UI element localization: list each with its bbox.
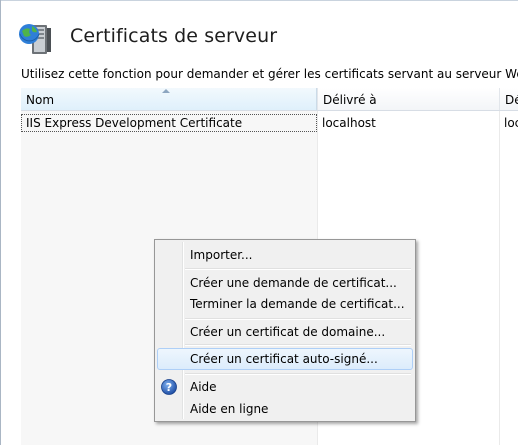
help-icon: ?: [161, 379, 177, 395]
menu-item-create-certificate-request[interactable]: Créer une demande de certificat...: [157, 272, 413, 294]
cell-name: IIS Express Development Certificate: [21, 114, 317, 132]
cell-issued-to: localhost: [322, 116, 376, 130]
menu-separator: [185, 318, 411, 320]
column-header-issued-by-label: Dé: [505, 93, 518, 107]
menu-item-label: Créer une demande de certificat...: [190, 276, 397, 290]
page-title: Certificats de serveur: [70, 25, 278, 47]
window-top-border: [0, 0, 518, 1]
table-row[interactable]: IIS Express Development Certificate loca…: [21, 114, 518, 132]
menu-item-label: Créer un certificat auto-signé...: [190, 352, 378, 366]
menu-item-import[interactable]: Importer...: [157, 244, 413, 266]
server-certificates-icon: [19, 24, 51, 54]
column-header-issued-by[interactable]: Dé: [499, 88, 518, 110]
menu-item-create-domain-certificate[interactable]: Créer un certificat de domaine...: [157, 321, 413, 343]
menu-item-complete-certificate-request[interactable]: Terminer la demande de certificat...: [157, 293, 413, 315]
menu-item-label: Aide en ligne: [190, 402, 269, 416]
column-divider: [499, 111, 500, 445]
column-header-issued-to-label: Délivré à: [323, 93, 377, 107]
svg-text:?: ?: [166, 381, 172, 394]
menu-item-label: Créer un certificat de domaine...: [190, 325, 386, 339]
grid-header: Nom Délivré à Dé: [21, 88, 518, 111]
cell-issued-by: loc: [504, 116, 518, 130]
context-menu: Importer... Créer une demande de certifi…: [154, 239, 416, 422]
menu-item-online-help[interactable]: Aide en ligne: [157, 398, 413, 420]
page-description: Utilisez cette fonction pour demander et…: [21, 67, 518, 81]
menu-item-create-self-signed-certificate[interactable]: Créer un certificat auto-signé...: [157, 348, 413, 370]
menu-item-label: Importer...: [190, 248, 253, 262]
column-header-name-label: Nom: [26, 93, 55, 107]
window-left-border: [0, 0, 1, 445]
column-header-issued-to[interactable]: Délivré à: [317, 88, 499, 110]
sort-ascending-icon: [162, 89, 170, 93]
menu-item-label: Aide: [190, 380, 217, 394]
column-header-name[interactable]: Nom: [21, 88, 317, 110]
menu-item-label: Terminer la demande de certificat...: [190, 297, 405, 311]
menu-separator: [185, 344, 411, 346]
menu-item-help[interactable]: ? Aide: [157, 376, 413, 398]
menu-separator: [185, 268, 411, 270]
menu-separator: [185, 373, 411, 375]
